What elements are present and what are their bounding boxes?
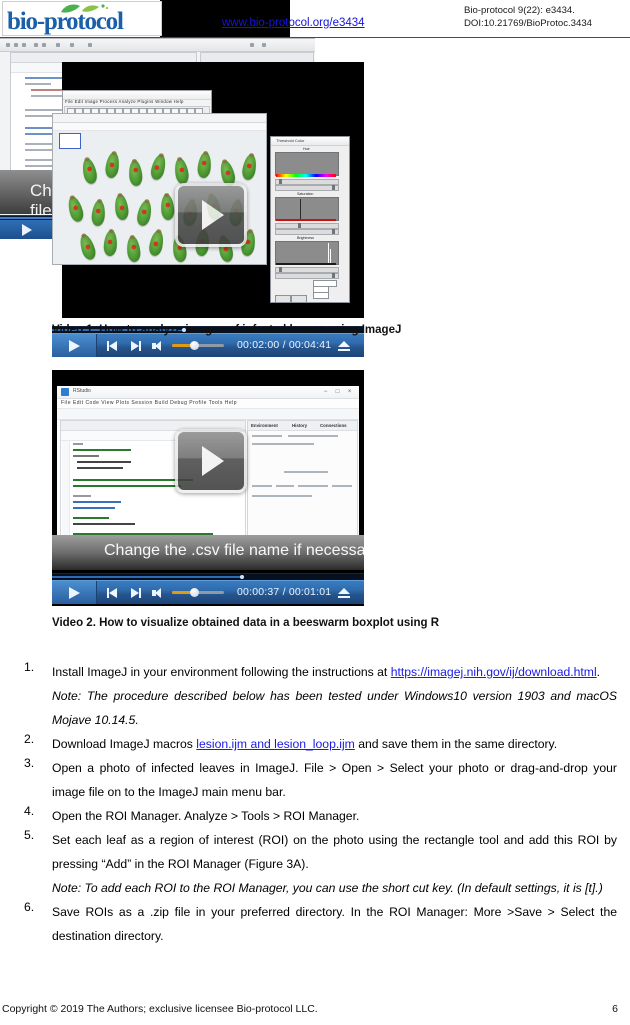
copyright-text: Copyright © 2019 The Authors; exclusive … [2,1003,318,1015]
brightness-label: Brightness [297,236,314,240]
document-page: bio-protocol www.bio-protocol.org/e3434 … [0,0,630,1025]
step-text-after: . [596,665,601,679]
video-2-control-bar[interactable]: 00:00:37 / 00:01:01 [52,580,364,604]
video-2-player[interactable]: RStudio − □ × File Edit Code View Plots … [52,370,379,606]
procedure-step-list: 1. Install ImageJ in your environment fo… [0,660,630,948]
video-1-time-display: 00:02:00 / 00:04:41 [237,339,332,351]
volume-slider-knob[interactable] [190,341,199,350]
step-text: Open the ROI Manager. Analyze > Tools > … [52,809,360,823]
hue-label: Hue [303,147,310,151]
video-1-control-bar[interactable]: 00:02:00 / 00:04:41 [52,333,364,357]
page-number: 6 [612,1003,618,1015]
citation-block: Bio-protocol 9(22): e3434. DOI:10.21769/… [464,4,592,30]
citation-line-2: DOI:10.21769/BioProtoc.3434 [464,18,593,29]
video-2-overlay-text: Change the .csv file name if necessary [104,542,379,559]
close-icon[interactable]: × [346,389,353,395]
step-number: 5. [24,828,35,842]
step-number: 4. [24,804,35,818]
step-text-after: and save them in the same directory. [354,737,558,751]
rstudio-pane-tabs[interactable]: Environment History Connections [248,421,357,431]
step-text: Download ImageJ macros lesion.ijm and le… [52,732,617,756]
volume-icon[interactable] [152,341,164,351]
volume-icon[interactable] [152,588,164,598]
play-icon[interactable] [52,334,97,357]
imagej-threshold-color-window: Threshold Color Hue Saturation Brightnes… [270,136,350,303]
step-text: Open a photo of infected leaves in Image… [52,761,617,799]
list-item: 1. Install ImageJ in your environment fo… [0,660,630,732]
threshold-window-title: Threshold Color [276,138,305,143]
maximize-icon[interactable]: □ [334,389,341,395]
video-1-player[interactable]: Change the .csv file name if necessary F… [0,38,364,357]
rstudio-toolbar [57,408,359,420]
rstudio-environment-pane: Environment History Connections [247,420,358,537]
macro-download-link[interactable]: lesion.ijm and lesion_loop.ijm [196,737,355,751]
step-text: Set each leaf as a region of interest (R… [52,828,617,900]
step-note: Note: The procedure described below has … [52,689,617,727]
video-2-play-button[interactable] [175,429,247,493]
previous-icon[interactable] [107,341,118,351]
step-note: Note: To add each ROI to the ROI Manager… [52,881,603,895]
minimize-icon[interactable]: − [322,389,329,395]
background-play-icon[interactable] [22,224,32,236]
video-2-caption: Video 2. How to visualize obtained data … [52,617,440,629]
volume-slider-knob[interactable] [190,588,199,597]
threshold-window-titlebar: Threshold Color [271,137,349,146]
video-2-caption-overlay: Change the .csv file name if necessary [52,535,379,570]
citation-line-1: Bio-protocol 9(22): e3434. [464,5,575,16]
step-text-before: Install ImageJ in your environment follo… [52,665,391,679]
page-footer: Copyright © 2019 The Authors; exclusive … [0,1003,630,1019]
page-header: bio-protocol www.bio-protocol.org/e3434 … [0,0,630,44]
list-item: 2. Download ImageJ macros lesion.ijm and… [0,732,630,756]
logo-wordmark: bio-protocol [7,8,124,35]
step-number: 6. [24,900,35,914]
step-number: 1. [24,660,35,674]
imagej-menu-bar: File Edit Image Process Analyze Plugins … [65,99,184,104]
list-item: 4. Open the ROI Manager. Analyze > Tools… [0,804,630,828]
video-1-play-button[interactable] [175,183,247,247]
next-icon[interactable] [130,588,141,598]
play-icon[interactable] [52,581,97,604]
background-toolbar [0,39,315,52]
journal-url-link[interactable]: www.bio-protocol.org/e3434 [222,17,365,29]
rstudio-icon [61,388,69,396]
eject-icon[interactable] [338,588,350,598]
rstudio-menu-bar[interactable]: File Edit Code View Plots Session Build … [61,400,237,406]
roi-selection-rectangle[interactable] [59,133,81,149]
step-number: 2. [24,732,35,746]
rstudio-window-title: RStudio [73,388,91,394]
rstudio-titlebar: RStudio − □ × [57,386,359,399]
step-number: 3. [24,756,35,770]
saturation-label: Saturation [297,192,314,196]
imagej-download-link[interactable]: https://imagej.nih.gov/ij/download.html [391,665,597,679]
video-1-caption: Video 1. How to analyze images of infect… [52,324,402,336]
list-item: 3. Open a photo of infected leaves in Im… [0,756,630,804]
step-text: Save ROIs as a .zip file in your preferr… [52,905,617,943]
step-text: Install ImageJ in your environment follo… [52,660,617,732]
list-item: 6. Save ROIs as a .zip file in your pref… [0,900,630,948]
step-text-before: Set each leaf as a region of interest (R… [52,833,617,871]
previous-icon[interactable] [107,588,118,598]
next-icon[interactable] [130,341,141,351]
bio-protocol-logo: bio-protocol [2,1,162,36]
eject-icon[interactable] [338,341,350,351]
list-item: 5. Set each leaf as a region of interest… [0,828,630,900]
step-text-before: Download ImageJ macros [52,737,197,751]
video-2-time-display: 00:00:37 / 00:01:01 [237,586,332,598]
